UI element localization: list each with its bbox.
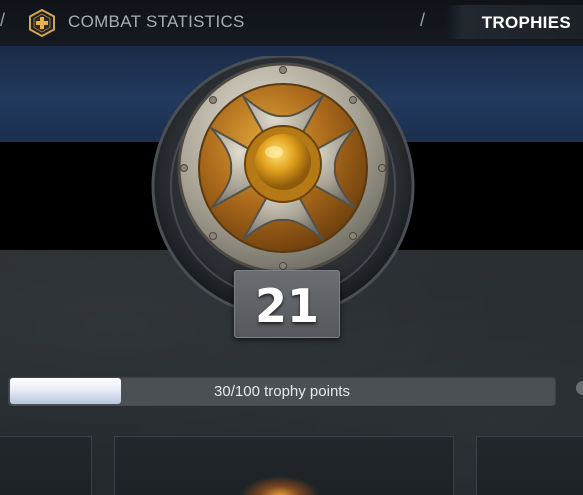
trophy-level-number: 21 bbox=[254, 279, 319, 333]
combat-statistics-tab[interactable]: COMBAT STATISTICS bbox=[68, 12, 245, 32]
trophy-level-badge: 21 bbox=[234, 270, 340, 338]
trophies-screen: / COMBAT STATISTICS / TROPHIES 21 30/100… bbox=[0, 0, 583, 495]
reward-glow bbox=[240, 476, 320, 495]
trophy-card-left[interactable] bbox=[0, 436, 92, 495]
top-navigation: / COMBAT STATISTICS / TROPHIES bbox=[0, 0, 583, 46]
trophies-tab[interactable]: TROPHIES bbox=[446, 5, 583, 39]
breadcrumb-separator: / bbox=[0, 10, 6, 30]
trophy-progress-bar: 30/100 trophy points bbox=[8, 376, 556, 406]
trophy-progress-label: 30/100 trophy points bbox=[214, 383, 350, 400]
scroll-indicator-dot[interactable] bbox=[576, 381, 583, 395]
trophy-card-right[interactable] bbox=[476, 436, 583, 495]
plus-hexagon-icon[interactable] bbox=[28, 9, 56, 37]
trophies-tab-label: TROPHIES bbox=[481, 13, 571, 32]
breadcrumb-separator: / bbox=[420, 10, 426, 30]
